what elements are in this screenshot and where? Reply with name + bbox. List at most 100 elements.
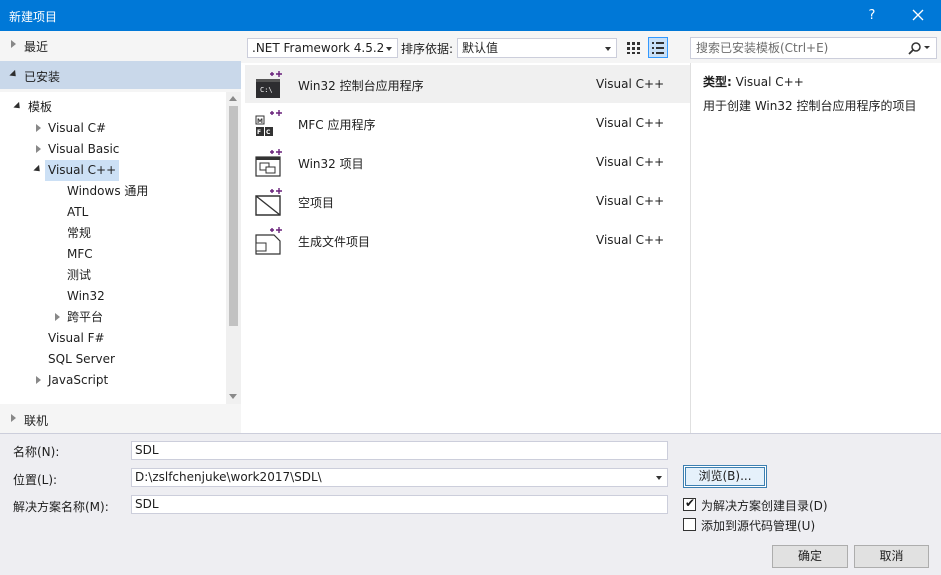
list-view-icon: [652, 42, 664, 54]
tree-item-windows-general[interactable]: Windows 通用: [64, 181, 151, 202]
template-list: C:\ Win32 控制台应用程序 Visual C++ M F C MFC 应…: [245, 63, 690, 433]
tree-item-visual-fsharp[interactable]: Visual F#: [45, 328, 108, 349]
collapse-arrow-icon[interactable]: [33, 164, 43, 175]
win32-project-icon: [255, 149, 282, 177]
search-icon[interactable]: [907, 41, 931, 55]
search-input[interactable]: 搜索已安装模板(Ctrl+E): [690, 37, 937, 59]
template-item[interactable]: 空项目 Visual C++: [245, 182, 690, 220]
template-name: Win32 项目: [298, 157, 364, 171]
template-item[interactable]: 生成文件项目 Visual C++: [245, 221, 690, 259]
grid-view-icon: [627, 42, 640, 54]
chevron-down-icon[interactable]: [656, 476, 662, 480]
template-item[interactable]: M F C MFC 应用程序 Visual C++: [245, 104, 690, 142]
name-value: SDL: [135, 443, 159, 457]
console-app-icon: C:\: [256, 71, 282, 98]
solution-name-value: SDL: [135, 497, 159, 511]
sort-label: 排序依据:: [401, 42, 454, 56]
expand-arrow-icon[interactable]: [36, 376, 41, 384]
expand-arrow-icon: [11, 414, 16, 422]
template-toolbar: .NET Framework 4.5.2 排序依据: 默认值 搜索已安装模板(C…: [241, 31, 941, 63]
description-panel: 类型: Visual C++ 用于创建 Win32 控制台应用程序的项目: [691, 63, 941, 433]
svg-text:M: M: [257, 118, 263, 125]
tree-scrollbar[interactable]: [226, 92, 241, 404]
location-input[interactable]: D:\zslfchenjuke\work2017\SDL\: [131, 468, 668, 487]
makefile-project-icon: [255, 227, 282, 255]
type-label: 类型:: [703, 75, 732, 89]
sort-value: 默认值: [462, 41, 499, 55]
window-title: 新建项目: [9, 10, 58, 24]
tree-item-test[interactable]: 测试: [64, 265, 94, 286]
template-language: Visual C++: [596, 194, 665, 208]
list-view-button[interactable]: [648, 37, 668, 58]
solution-name-label: 解决方案名称(M):: [13, 500, 109, 514]
tree-item-templates[interactable]: 模板: [25, 97, 55, 118]
collapse-arrow-icon: [9, 69, 19, 80]
tree-item-win32[interactable]: Win32: [64, 286, 108, 307]
chevron-down-icon: [386, 47, 392, 51]
expand-arrow-icon[interactable]: [36, 124, 41, 132]
template-description: 用于创建 Win32 控制台应用程序的项目: [703, 99, 917, 113]
svg-text:F: F: [257, 129, 261, 136]
tree-item-visual-cpp[interactable]: Visual C++: [45, 160, 120, 181]
location-label: 位置(L):: [13, 473, 58, 487]
ok-button[interactable]: 确定: [772, 545, 848, 568]
solution-name-input[interactable]: SDL: [131, 495, 668, 514]
recent-header[interactable]: 最近: [0, 31, 241, 59]
expand-arrow-icon[interactable]: [36, 145, 41, 153]
tree-item-cross-platform[interactable]: 跨平台: [64, 307, 106, 328]
empty-project-icon: [255, 188, 282, 216]
search-placeholder: 搜索已安装模板(Ctrl+E): [696, 41, 829, 55]
create-directory-label[interactable]: 为解决方案创建目录(D): [701, 497, 828, 514]
framework-select[interactable]: .NET Framework 4.5.2: [247, 38, 398, 58]
template-tree: 模板 Visual C# Visual Basic Visual C++ Win…: [0, 92, 226, 404]
installed-header[interactable]: 已安装: [0, 61, 241, 89]
name-input[interactable]: SDL: [131, 441, 668, 460]
tree-item-visual-csharp[interactable]: Visual C#: [45, 118, 109, 139]
title-bar: 新建项目 ?: [0, 0, 941, 31]
framework-value: .NET Framework 4.5.2: [252, 41, 385, 55]
help-button[interactable]: ?: [858, 5, 886, 27]
svg-text:C:\: C:\: [260, 86, 273, 94]
tree-item-sql-server[interactable]: SQL Server: [45, 349, 118, 370]
location-value: D:\zslfchenjuke\work2017\SDL\: [135, 470, 322, 484]
tree-item-general[interactable]: 常规: [64, 223, 94, 244]
installed-label: 已安装: [24, 70, 61, 84]
tree-item-mfc[interactable]: MFC: [64, 244, 96, 265]
template-name: MFC 应用程序: [298, 118, 376, 132]
tree-item-javascript[interactable]: JavaScript: [45, 370, 111, 391]
template-language: Visual C++: [596, 233, 665, 247]
type-value: Visual C++: [735, 75, 804, 89]
template-name: Win32 控制台应用程序: [298, 79, 424, 93]
sort-select[interactable]: 默认值: [457, 38, 617, 58]
template-item[interactable]: C:\ Win32 控制台应用程序 Visual C++: [245, 65, 690, 103]
cancel-button[interactable]: 取消: [854, 545, 929, 568]
template-name: 生成文件项目: [298, 235, 371, 249]
project-form: 名称(N): SDL 位置(L): D:\zslfchenjuke\work20…: [0, 433, 941, 575]
source-control-checkbox[interactable]: [683, 518, 696, 531]
close-icon: [912, 9, 924, 21]
template-name: 空项目: [298, 196, 335, 210]
svg-text:C: C: [266, 129, 271, 136]
scroll-down-icon[interactable]: [229, 394, 237, 399]
template-language: Visual C++: [596, 116, 665, 130]
close-button[interactable]: [898, 3, 938, 27]
expand-arrow-icon: [11, 40, 16, 48]
scroll-thumb[interactable]: [229, 106, 238, 326]
template-language: Visual C++: [596, 155, 665, 169]
collapse-arrow-icon: [13, 101, 23, 112]
grid-view-button[interactable]: [623, 37, 643, 58]
template-language: Visual C++: [596, 77, 665, 91]
check-icon: ✔: [685, 496, 696, 510]
expand-arrow-icon[interactable]: [55, 313, 60, 321]
browse-button[interactable]: 浏览(B)...: [683, 465, 767, 488]
scroll-up-icon[interactable]: [229, 96, 237, 101]
chevron-down-icon: [605, 47, 611, 51]
tree-item-atl[interactable]: ATL: [64, 202, 91, 223]
online-header[interactable]: 联机: [0, 405, 241, 433]
create-directory-checkbox[interactable]: ✔: [683, 496, 696, 511]
source-control-label[interactable]: 添加到源代码管理(U): [701, 517, 815, 534]
template-item[interactable]: Win32 项目 Visual C++: [245, 143, 690, 181]
mfc-app-icon: M F C: [255, 110, 282, 136]
template-type: 类型: Visual C++: [703, 73, 804, 90]
tree-item-visual-basic[interactable]: Visual Basic: [45, 139, 122, 160]
